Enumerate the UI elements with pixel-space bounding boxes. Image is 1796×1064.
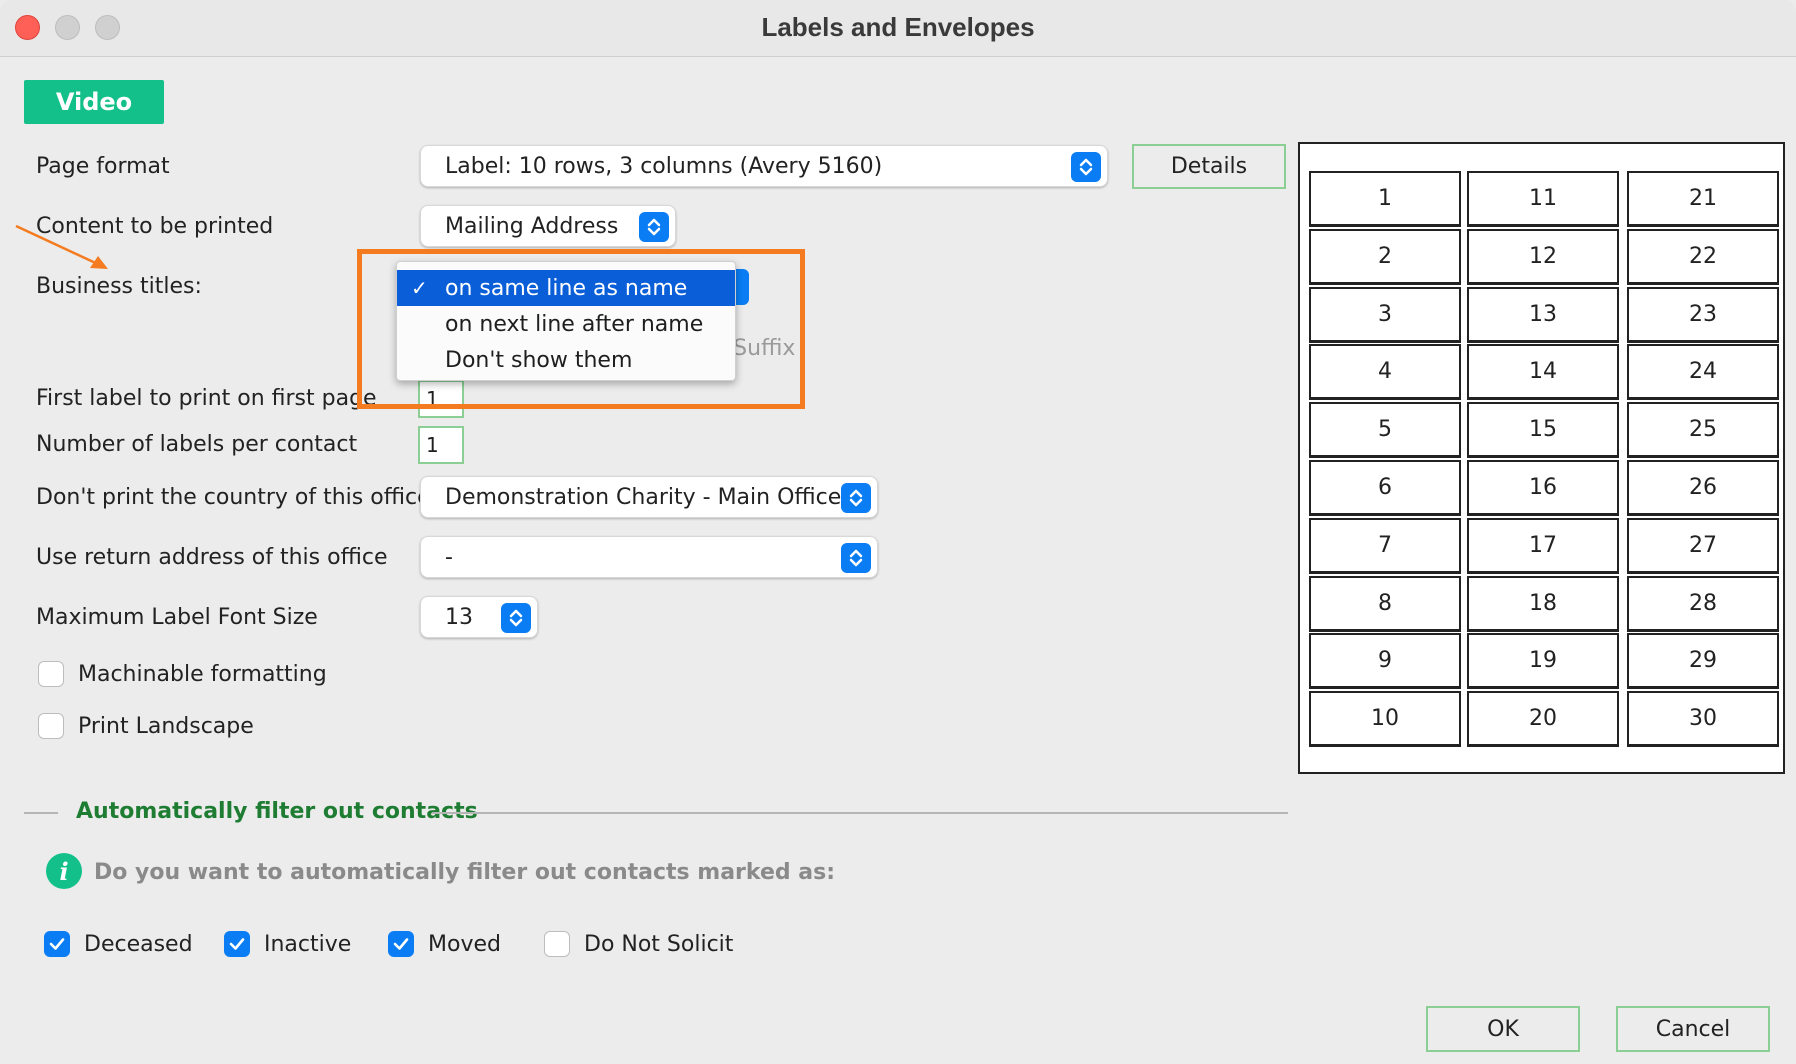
checkmark-icon bbox=[49, 938, 65, 950]
do-not-solicit-label: Do Not Solicit bbox=[584, 931, 734, 957]
max-font-label: Maximum Label Font Size bbox=[36, 605, 318, 630]
preview-label-cell: 9 bbox=[1309, 633, 1461, 690]
preview-label-cell: 28 bbox=[1627, 575, 1779, 632]
machinable-label: Machinable formatting bbox=[78, 661, 327, 687]
preview-label-cell: 5 bbox=[1309, 402, 1461, 459]
content-printed-select[interactable]: Mailing Address bbox=[420, 205, 676, 247]
inactive-label: Inactive bbox=[264, 931, 352, 957]
video-button[interactable]: Video bbox=[24, 80, 164, 124]
preview-label-cell: 21 bbox=[1627, 171, 1779, 227]
ok-button[interactable]: OK bbox=[1426, 1006, 1580, 1052]
landscape-checkbox[interactable] bbox=[38, 713, 64, 739]
preview-label-cell: 4 bbox=[1309, 344, 1461, 401]
moved-label: Moved bbox=[428, 931, 501, 957]
preview-label-cell: 14 bbox=[1467, 344, 1619, 401]
details-button[interactable]: Details bbox=[1132, 144, 1286, 189]
preview-label-cell: 8 bbox=[1309, 575, 1461, 632]
preview-label-cell: 26 bbox=[1627, 460, 1779, 516]
annotation-highlight-box bbox=[357, 249, 805, 409]
return-address-value: - bbox=[445, 544, 453, 570]
preview-label-cell: 13 bbox=[1467, 286, 1619, 343]
landscape-checkbox-row[interactable]: Print Landscape bbox=[38, 713, 254, 739]
preview-label-cell: 24 bbox=[1627, 344, 1779, 401]
landscape-label: Print Landscape bbox=[78, 713, 254, 739]
filter-info-text: Do you want to automatically filter out … bbox=[94, 860, 836, 885]
preview-label-cell: 12 bbox=[1467, 228, 1619, 285]
deceased-checkbox-row[interactable]: Deceased bbox=[44, 931, 193, 957]
preview-label-cell: 29 bbox=[1627, 633, 1779, 690]
preview-label-cell: 7 bbox=[1309, 517, 1461, 574]
preview-label-cell: 19 bbox=[1467, 633, 1619, 690]
page-format-value: Label: 10 rows, 3 columns (Avery 5160) bbox=[445, 153, 883, 179]
page-format-label: Page format bbox=[36, 154, 170, 179]
label-preview: 1 2 3 4 5 6 7 8 9 10 11 12 13 14 15 16 17 18 19 20 21 22 23 2… bbox=[1298, 142, 1785, 774]
preview-label-cell: 6 bbox=[1309, 460, 1461, 516]
machinable-checkbox[interactable] bbox=[38, 661, 64, 687]
preview-label-cell: 16 bbox=[1467, 460, 1619, 516]
preview-label-cell: 10 bbox=[1309, 691, 1461, 748]
labels-envelopes-window: Labels and Envelopes Video Page format L… bbox=[0, 0, 1796, 1064]
max-font-value: 13 bbox=[445, 604, 473, 630]
business-titles-label: Business titles: bbox=[36, 274, 202, 299]
preview-label-cell: 25 bbox=[1627, 402, 1779, 459]
return-address-label: Use return address of this office bbox=[36, 545, 388, 570]
preview-label-cell: 2 bbox=[1309, 228, 1461, 285]
preview-label-cell: 1 bbox=[1309, 171, 1461, 227]
do-not-solicit-checkbox[interactable] bbox=[544, 931, 570, 957]
filter-section-title: Automatically filter out contacts bbox=[76, 799, 478, 824]
chevron-updown-icon bbox=[841, 483, 871, 513]
preview-label-cell: 22 bbox=[1627, 228, 1779, 285]
title-bar: Labels and Envelopes bbox=[0, 0, 1796, 57]
page-format-select[interactable]: Label: 10 rows, 3 columns (Avery 5160) bbox=[420, 145, 1108, 187]
preview-label-cell: 27 bbox=[1627, 517, 1779, 574]
inactive-checkbox-row[interactable]: Inactive bbox=[224, 931, 351, 957]
first-label-label: First label to print on first page bbox=[36, 386, 377, 411]
cancel-button[interactable]: Cancel bbox=[1616, 1006, 1770, 1052]
inactive-checkbox[interactable] bbox=[224, 931, 250, 957]
checkmark-icon bbox=[229, 938, 245, 950]
country-office-value: Demonstration Charity - Main Office bbox=[445, 484, 842, 510]
chevron-updown-icon bbox=[501, 603, 531, 633]
preview-label-cell: 11 bbox=[1467, 171, 1619, 227]
preview-label-cell: 3 bbox=[1309, 286, 1461, 343]
moved-checkbox-row[interactable]: Moved bbox=[388, 931, 501, 957]
info-icon: i bbox=[46, 853, 82, 889]
content-printed-value: Mailing Address bbox=[445, 213, 619, 239]
deceased-label: Deceased bbox=[84, 931, 193, 957]
preview-label-cell: 15 bbox=[1467, 402, 1619, 459]
preview-label-cell: 20 bbox=[1467, 691, 1619, 748]
max-font-select[interactable]: 13 bbox=[420, 596, 538, 638]
preview-label-cell: 17 bbox=[1467, 517, 1619, 574]
country-office-label: Don't print the country of this office bbox=[36, 485, 431, 510]
window-title: Labels and Envelopes bbox=[761, 12, 1035, 42]
chevron-updown-icon bbox=[841, 543, 871, 573]
do-not-solicit-checkbox-row[interactable]: Do Not Solicit bbox=[544, 931, 733, 957]
checkmark-icon bbox=[393, 938, 409, 950]
machinable-checkbox-row[interactable]: Machinable formatting bbox=[38, 661, 327, 687]
chevron-updown-icon bbox=[639, 212, 669, 242]
content-printed-label: Content to be printed bbox=[36, 214, 274, 239]
preview-label-cell: 23 bbox=[1627, 286, 1779, 343]
section-divider-left bbox=[24, 812, 58, 814]
deceased-checkbox[interactable] bbox=[44, 931, 70, 957]
chevron-updown-icon bbox=[1071, 152, 1101, 182]
preview-label-cell: 30 bbox=[1627, 691, 1779, 748]
moved-checkbox[interactable] bbox=[388, 931, 414, 957]
return-address-select[interactable]: - bbox=[420, 536, 878, 578]
labels-per-contact-label: Number of labels per contact bbox=[36, 432, 358, 457]
country-office-select[interactable]: Demonstration Charity - Main Office bbox=[420, 476, 878, 518]
labels-per-contact-input[interactable]: 1 bbox=[418, 426, 464, 464]
section-divider-right bbox=[432, 812, 1288, 814]
preview-label-cell: 18 bbox=[1467, 575, 1619, 632]
